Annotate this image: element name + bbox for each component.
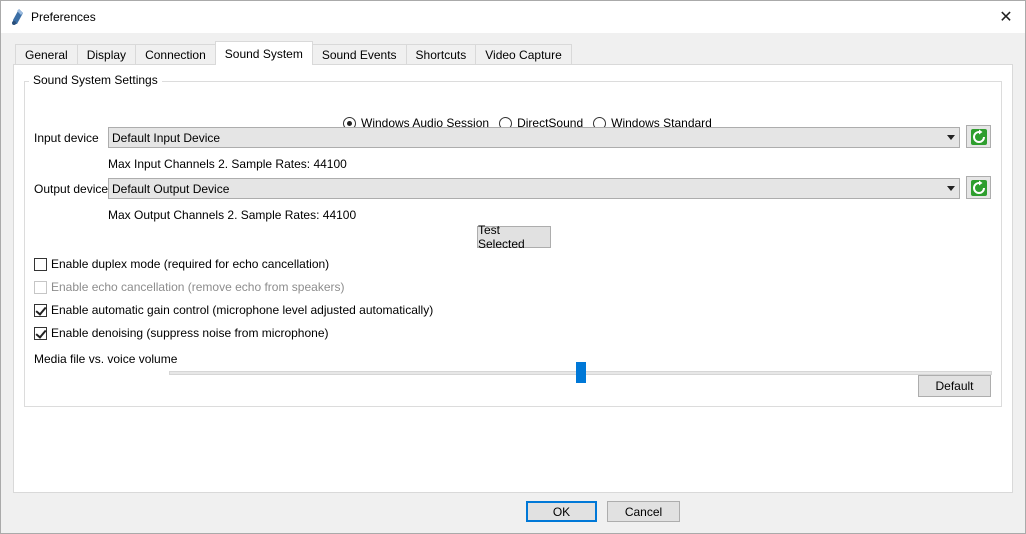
output-device-label: Output device — [34, 182, 109, 196]
output-device-info: Max Output Channels 2. Sample Rates: 441… — [108, 208, 357, 222]
tab-sound-system[interactable]: Sound System — [214, 41, 313, 65]
chevron-down-icon — [947, 186, 955, 191]
title-bar: Preferences ✕ — [1, 1, 1025, 33]
output-device-select[interactable]: Default Output Device — [108, 178, 960, 199]
tab-connection[interactable]: Connection — [135, 44, 216, 65]
input-device-select[interactable]: Default Input Device — [108, 127, 960, 148]
app-icon — [12, 9, 23, 25]
checkbox-label: Enable denoising (suppress noise from mi… — [51, 326, 329, 340]
input-device-label: Input device — [34, 131, 99, 145]
preferences-window: Preferences ✕ General Display Connection… — [0, 0, 1026, 534]
tab-display[interactable]: Display — [76, 44, 137, 65]
ok-button[interactable]: OK — [526, 501, 597, 522]
duplex-mode-checkbox[interactable]: Enable duplex mode (required for echo ca… — [34, 257, 329, 271]
tab-general[interactable]: General — [15, 44, 78, 65]
checkbox-label: Enable echo cancellation (remove echo fr… — [51, 280, 345, 294]
checkbox-box — [34, 257, 47, 271]
input-device-value: Default Input Device — [112, 130, 221, 145]
volume-slider-thumb[interactable] — [575, 362, 586, 383]
default-button[interactable]: Default — [918, 375, 991, 397]
refresh-output-button[interactable] — [966, 176, 991, 199]
chevron-down-icon — [947, 135, 955, 140]
output-device-value: Default Output Device — [112, 181, 230, 196]
refresh-icon — [970, 128, 987, 145]
group-title: Sound System Settings — [29, 73, 162, 87]
window-title: Preferences — [31, 10, 96, 24]
denoising-checkbox[interactable]: Enable denoising (suppress noise from mi… — [34, 326, 328, 340]
checkbox-box — [34, 280, 47, 294]
cancel-button[interactable]: Cancel — [607, 501, 680, 522]
checkbox-box — [34, 303, 47, 317]
sound-settings-group: Sound System Settings Windows Audio Sess… — [24, 73, 1002, 407]
close-icon[interactable]: ✕ — [987, 1, 1025, 33]
tab-sound-events[interactable]: Sound Events — [311, 44, 407, 65]
volume-label: Media file vs. voice volume — [34, 352, 178, 366]
sound-system-panel: Sound System Settings Windows Audio Sess… — [13, 64, 1013, 493]
tab-video-capture[interactable]: Video Capture — [475, 44, 572, 65]
refresh-input-button[interactable] — [966, 125, 991, 148]
echo-cancellation-checkbox[interactable]: Enable echo cancellation (remove echo fr… — [34, 280, 344, 294]
auto-gain-checkbox[interactable]: Enable automatic gain control (microphon… — [34, 303, 433, 317]
checkbox-box — [34, 326, 47, 340]
input-device-info: Max Input Channels 2. Sample Rates: 4410… — [108, 157, 347, 171]
refresh-icon — [970, 179, 987, 196]
tab-shortcuts[interactable]: Shortcuts — [405, 44, 477, 65]
test-selected-button[interactable]: Test Selected — [477, 223, 551, 251]
tab-strip: General Display Connection Sound System … — [15, 41, 572, 65]
checkbox-label: Enable duplex mode (required for echo ca… — [51, 257, 330, 271]
checkbox-label: Enable automatic gain control (microphon… — [51, 303, 434, 317]
